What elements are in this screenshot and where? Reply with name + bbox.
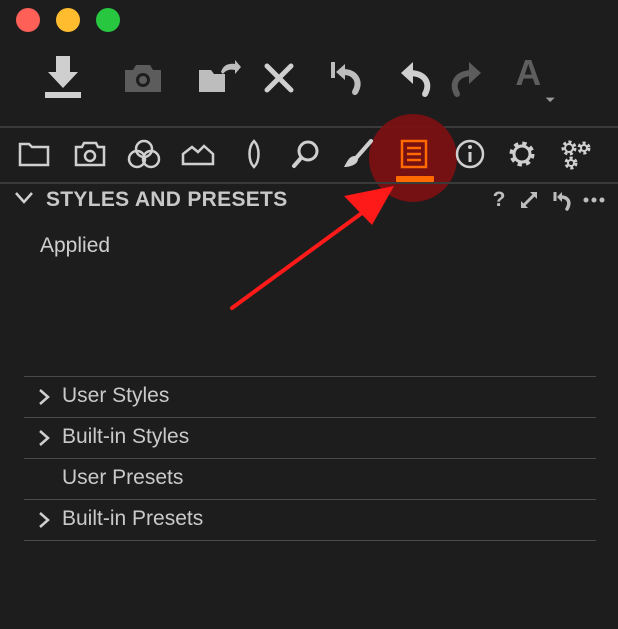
tab-details[interactable] xyxy=(286,132,326,176)
undo-icon xyxy=(401,62,431,97)
list-item-user-presets[interactable]: User Presets xyxy=(24,458,596,499)
chevron-right-icon xyxy=(39,430,50,446)
tab-info[interactable] xyxy=(450,132,490,176)
reset-icon xyxy=(331,62,361,95)
list-item-built-in-styles[interactable]: Built-in Styles xyxy=(24,417,596,458)
redo-icon xyxy=(451,62,481,97)
undo-button[interactable] xyxy=(392,48,442,108)
redo-button[interactable] xyxy=(440,48,490,108)
close-window-button[interactable] xyxy=(16,8,40,32)
help-icon[interactable]: ? xyxy=(488,187,510,213)
main-toolbar: A xyxy=(0,48,618,118)
list-item-label: Built-in Presets xyxy=(62,507,204,530)
panel-header[interactable]: STYLES AND PRESETS ? xyxy=(0,184,618,216)
brush-icon xyxy=(344,139,373,167)
tab-lens[interactable] xyxy=(234,132,274,176)
minimize-window-button[interactable] xyxy=(56,8,80,32)
panel-title: STYLES AND PRESETS xyxy=(46,188,288,211)
tab-batch[interactable] xyxy=(556,132,596,176)
reset-panel-icon[interactable] xyxy=(551,187,573,213)
x-icon xyxy=(264,63,294,93)
auto-adjust-icon: A xyxy=(515,53,555,103)
list-item-user-styles[interactable]: User Styles xyxy=(24,376,596,417)
tab-adjustments[interactable] xyxy=(338,132,378,176)
styles-list: User Styles Built-in Styles User Presets… xyxy=(24,376,596,541)
chevron-down-icon[interactable] xyxy=(14,190,34,206)
lens-icon xyxy=(248,139,260,169)
list-item-label: User Styles xyxy=(62,384,170,407)
title-bar xyxy=(0,0,618,40)
import-icon xyxy=(45,56,81,98)
tool-tabs xyxy=(0,130,618,180)
list-item-built-in-presets[interactable]: Built-in Presets xyxy=(24,499,596,541)
color-circles-icon xyxy=(127,139,161,169)
svg-text:A: A xyxy=(515,53,541,93)
info-icon xyxy=(455,139,485,169)
exposure-icon xyxy=(181,144,215,166)
tab-settings[interactable] xyxy=(502,132,542,176)
camera-icon xyxy=(125,65,161,92)
more-options-icon[interactable] xyxy=(582,187,606,213)
list-icon xyxy=(400,139,428,169)
tab-library[interactable] xyxy=(14,132,54,176)
export-icon xyxy=(199,60,241,92)
camera-icon xyxy=(74,141,106,167)
import-button[interactable] xyxy=(38,48,88,108)
list-item-label: Built-in Styles xyxy=(62,425,190,448)
chevron-right-icon xyxy=(39,389,50,405)
tab-exposure[interactable] xyxy=(178,132,218,176)
export-button[interactable] xyxy=(194,48,244,108)
gears-icon xyxy=(561,140,591,170)
reset-button[interactable] xyxy=(320,48,370,108)
zoom-window-button[interactable] xyxy=(96,8,120,32)
list-item-label: User Presets xyxy=(62,466,184,489)
magnifier-icon xyxy=(292,140,319,168)
auto-adjust-button[interactable]: A xyxy=(510,48,560,108)
delete-button[interactable] xyxy=(254,48,304,108)
gear-icon xyxy=(509,141,535,167)
tab-metadata[interactable] xyxy=(394,132,434,176)
applied-label: Applied xyxy=(40,234,111,257)
chevron-right-icon xyxy=(39,512,50,528)
folder-icon xyxy=(18,142,50,167)
tab-color[interactable] xyxy=(124,132,164,176)
tab-capture[interactable] xyxy=(70,132,110,176)
capture-button[interactable] xyxy=(118,48,168,108)
expand-icon[interactable] xyxy=(518,187,540,213)
toolbar-divider xyxy=(0,126,618,128)
